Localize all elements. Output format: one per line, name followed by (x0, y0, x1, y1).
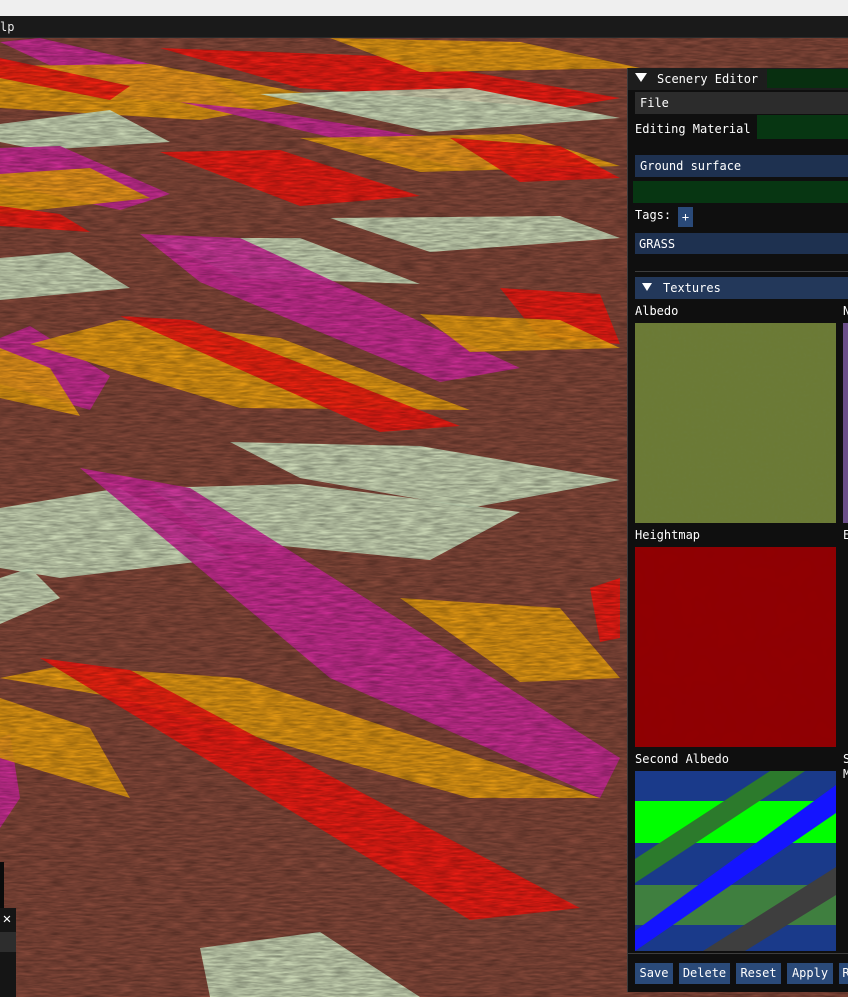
tag-label: GRASS (639, 237, 676, 251)
second-albedo-label: Second Albedo (635, 752, 729, 766)
window-top-strip (0, 0, 848, 16)
floating-window-fragment: ✕ (0, 908, 16, 997)
editor-titlebar[interactable]: Scenery Editor [ (628, 68, 848, 90)
menu-file[interactable]: File (640, 96, 669, 110)
delete-button[interactable]: Delete (679, 963, 730, 984)
title-field (767, 69, 848, 88)
albedo-texture[interactable] (635, 323, 836, 523)
collapse-triangle-icon[interactable] (635, 73, 647, 82)
editor-title: Scenery Editor [ (657, 72, 773, 86)
editing-material-field[interactable] (757, 115, 848, 139)
close-icon[interactable]: ✕ (0, 908, 14, 930)
separator (635, 271, 848, 272)
third-column-label-partial: S (843, 752, 848, 766)
material-name: Ground surface (640, 159, 742, 173)
scenery-editor-window: Scenery Editor [ File Editing Material G… (627, 68, 848, 992)
textures-section-label: Textures (663, 281, 721, 295)
heightmap-label: Heightmap (635, 528, 701, 542)
left-edge-marker (0, 862, 4, 908)
apply-button[interactable]: Apply (787, 963, 833, 984)
section-collapse-icon (642, 283, 652, 291)
floating-window-bar (0, 932, 16, 952)
menu-help[interactable]: lp (0, 20, 14, 34)
second-column-label-partial: E (843, 528, 848, 542)
second-albedo-texture[interactable] (635, 771, 836, 951)
textures-section-header[interactable]: Textures (635, 277, 848, 299)
save-button[interactable]: Save (635, 963, 673, 984)
reset-button[interactable]: Reset (736, 963, 781, 984)
add-tag-button[interactable]: + (678, 207, 693, 227)
bottom-separator (628, 953, 848, 954)
third-column-label-partial-2: M (843, 767, 848, 781)
heightmap-texture[interactable] (635, 547, 836, 747)
editing-material-label: Editing Material (635, 122, 751, 136)
material-green-field[interactable] (633, 181, 848, 203)
normal-label-partial: N (843, 304, 848, 318)
main-menubar: lp (0, 16, 848, 38)
material-name-field[interactable]: Ground surface (635, 155, 848, 177)
albedo-label: Albedo (635, 304, 679, 318)
partial-button[interactable]: R (839, 963, 848, 984)
tag-item[interactable]: GRASS (635, 233, 848, 254)
normal-texture-partial[interactable] (843, 323, 848, 523)
tags-label: Tags: (635, 208, 672, 222)
editor-menubar: File (635, 92, 848, 114)
